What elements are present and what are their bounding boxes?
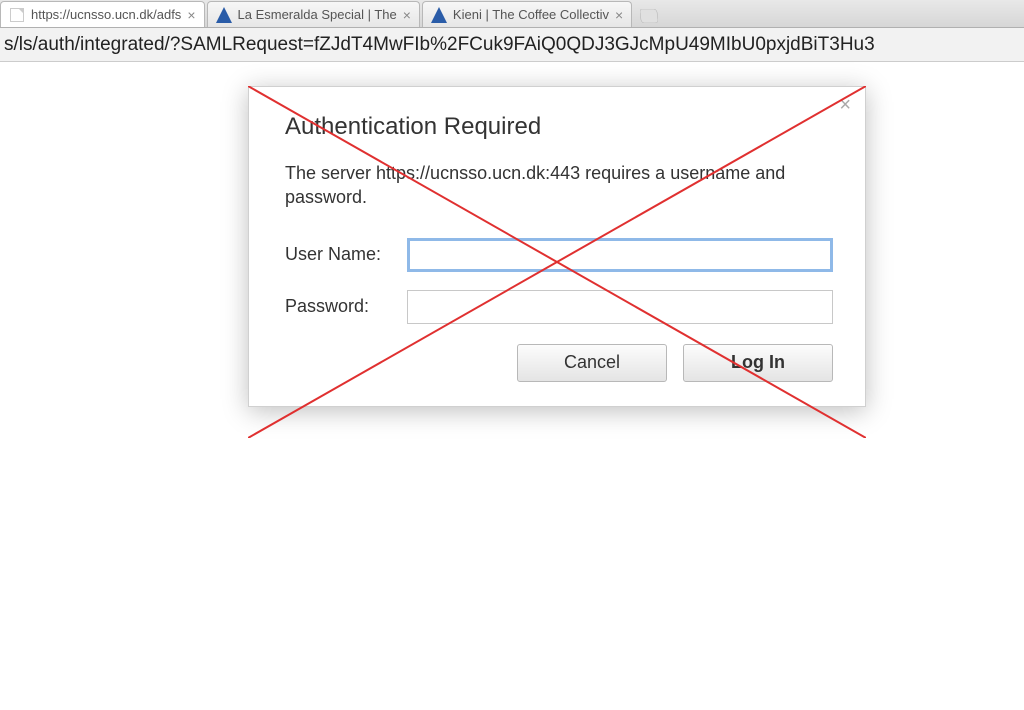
browser-tab-bar: https://ucnsso.ucn.dk/adfs × La Esmerald… xyxy=(0,0,1024,28)
login-button[interactable]: Log In xyxy=(683,344,833,382)
cancel-button[interactable]: Cancel xyxy=(517,344,667,382)
url-text: s/ls/auth/integrated/?SAMLRequest=fZJdT4… xyxy=(4,34,875,56)
dialog-buttons: Cancel Log In xyxy=(285,344,833,382)
close-icon[interactable]: × xyxy=(839,95,851,115)
page-content: × Authentication Required The server htt… xyxy=(0,62,1024,710)
username-row: User Name: xyxy=(285,238,833,272)
password-input[interactable] xyxy=(407,290,833,324)
tab-title: La Esmeralda Special | The xyxy=(238,7,397,22)
tab-title: https://ucnsso.ucn.dk/adfs xyxy=(31,7,181,22)
password-row: Password: xyxy=(285,290,833,324)
dialog-title: Authentication Required xyxy=(285,113,833,141)
dialog-message: The server https://ucnsso.ucn.dk:443 req… xyxy=(285,161,833,210)
browser-tab-2[interactable]: La Esmeralda Special | The × xyxy=(207,1,420,27)
auth-dialog: × Authentication Required The server htt… xyxy=(248,86,866,407)
close-tab-icon[interactable]: × xyxy=(403,8,411,22)
close-tab-icon[interactable]: × xyxy=(187,8,195,22)
site-icon xyxy=(216,7,232,23)
site-icon xyxy=(431,7,447,23)
address-bar[interactable]: s/ls/auth/integrated/?SAMLRequest=fZJdT4… xyxy=(0,28,1024,62)
tab-title: Kieni | The Coffee Collectiv xyxy=(453,7,609,22)
password-label: Password: xyxy=(285,296,407,317)
username-input[interactable] xyxy=(407,238,833,272)
username-label: User Name: xyxy=(285,244,407,265)
browser-tab-1[interactable]: https://ucnsso.ucn.dk/adfs × xyxy=(0,1,205,27)
page-icon xyxy=(9,7,25,23)
close-tab-icon[interactable]: × xyxy=(615,8,623,22)
new-tab-button[interactable] xyxy=(638,5,660,27)
browser-tab-3[interactable]: Kieni | The Coffee Collectiv × xyxy=(422,1,632,27)
